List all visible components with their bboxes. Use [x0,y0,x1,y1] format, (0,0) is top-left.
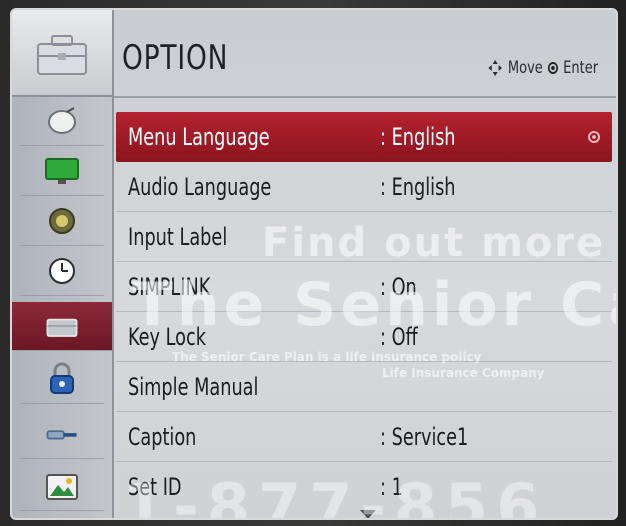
photo-icon [42,471,82,501]
menu-item-label: Key Lock [128,323,206,351]
monitor-icon [42,156,82,186]
menu-item-value: : On [380,273,417,301]
page-title: OPTION [122,38,229,78]
menu-item-simple-manual[interactable]: Simple Manual [116,362,612,412]
menu-item-value: : English [380,123,456,151]
menu-item-simplink[interactable]: SIMPLINK : On [116,262,612,312]
menu-item-label: SIMPLINK [128,273,211,301]
menu-item-key-lock[interactable]: Key Lock : Off [116,312,612,362]
sidebar-item-audio[interactable] [20,197,104,246]
input-cable-icon [42,419,82,449]
menu-item-value: : English [380,173,456,201]
menu-item-label: Input Label [128,223,228,251]
scroll-down-arrow-icon[interactable] [360,510,376,518]
sidebar-item-time[interactable] [20,247,104,296]
clock-icon [42,256,82,286]
menu-item-value: : 1 [380,473,403,501]
screen-frame: OPTION Move Enter Menu Language : Englis… [0,0,626,526]
toolbox-icon [42,311,82,341]
option-menu-window: OPTION Move Enter Menu Language : Englis… [10,8,618,520]
enter-hint-label: Enter [563,58,598,78]
menu-item-audio-language[interactable]: Audio Language : English [116,162,612,212]
sidebar-item-lock[interactable] [20,355,104,404]
move-arrows-icon [488,60,502,76]
navigation-hint: Move Enter [487,58,598,78]
sidebar-item-media[interactable] [20,462,104,511]
menu-item-set-id[interactable]: Set ID : 1 [116,462,612,512]
option-list: Menu Language : English Audio Language :… [116,112,612,512]
header-divider [114,96,616,98]
menu-item-menu-language[interactable]: Menu Language : English [116,112,612,162]
move-hint-label: Move [507,58,543,78]
sidebar-item-picture[interactable] [20,147,104,196]
menu-item-value: : Service1 [380,423,469,451]
menu-item-caption[interactable]: Caption : Service1 [116,412,612,462]
enter-button-icon [547,62,558,74]
menu-item-label: Simple Manual [128,373,259,401]
toolbox-icon [37,35,87,75]
lock-icon [42,362,82,394]
sidebar-item-setup[interactable] [20,97,104,146]
satellite-dish-icon [42,106,82,136]
select-indicator-icon [588,131,600,143]
menu-item-value: : Off [380,323,418,351]
menu-item-input-label[interactable]: Input Label [116,212,612,262]
menu-item-label: Caption [128,423,197,451]
sidebar-item-option[interactable] [12,302,112,351]
sidebar-header [12,10,112,97]
menu-item-label: Set ID [128,473,182,501]
menu-item-label: Audio Language [128,173,272,201]
menu-item-label: Menu Language [128,123,270,151]
sidebar-item-input[interactable] [20,410,104,459]
speaker-icon [42,206,82,236]
category-sidebar [12,10,114,518]
